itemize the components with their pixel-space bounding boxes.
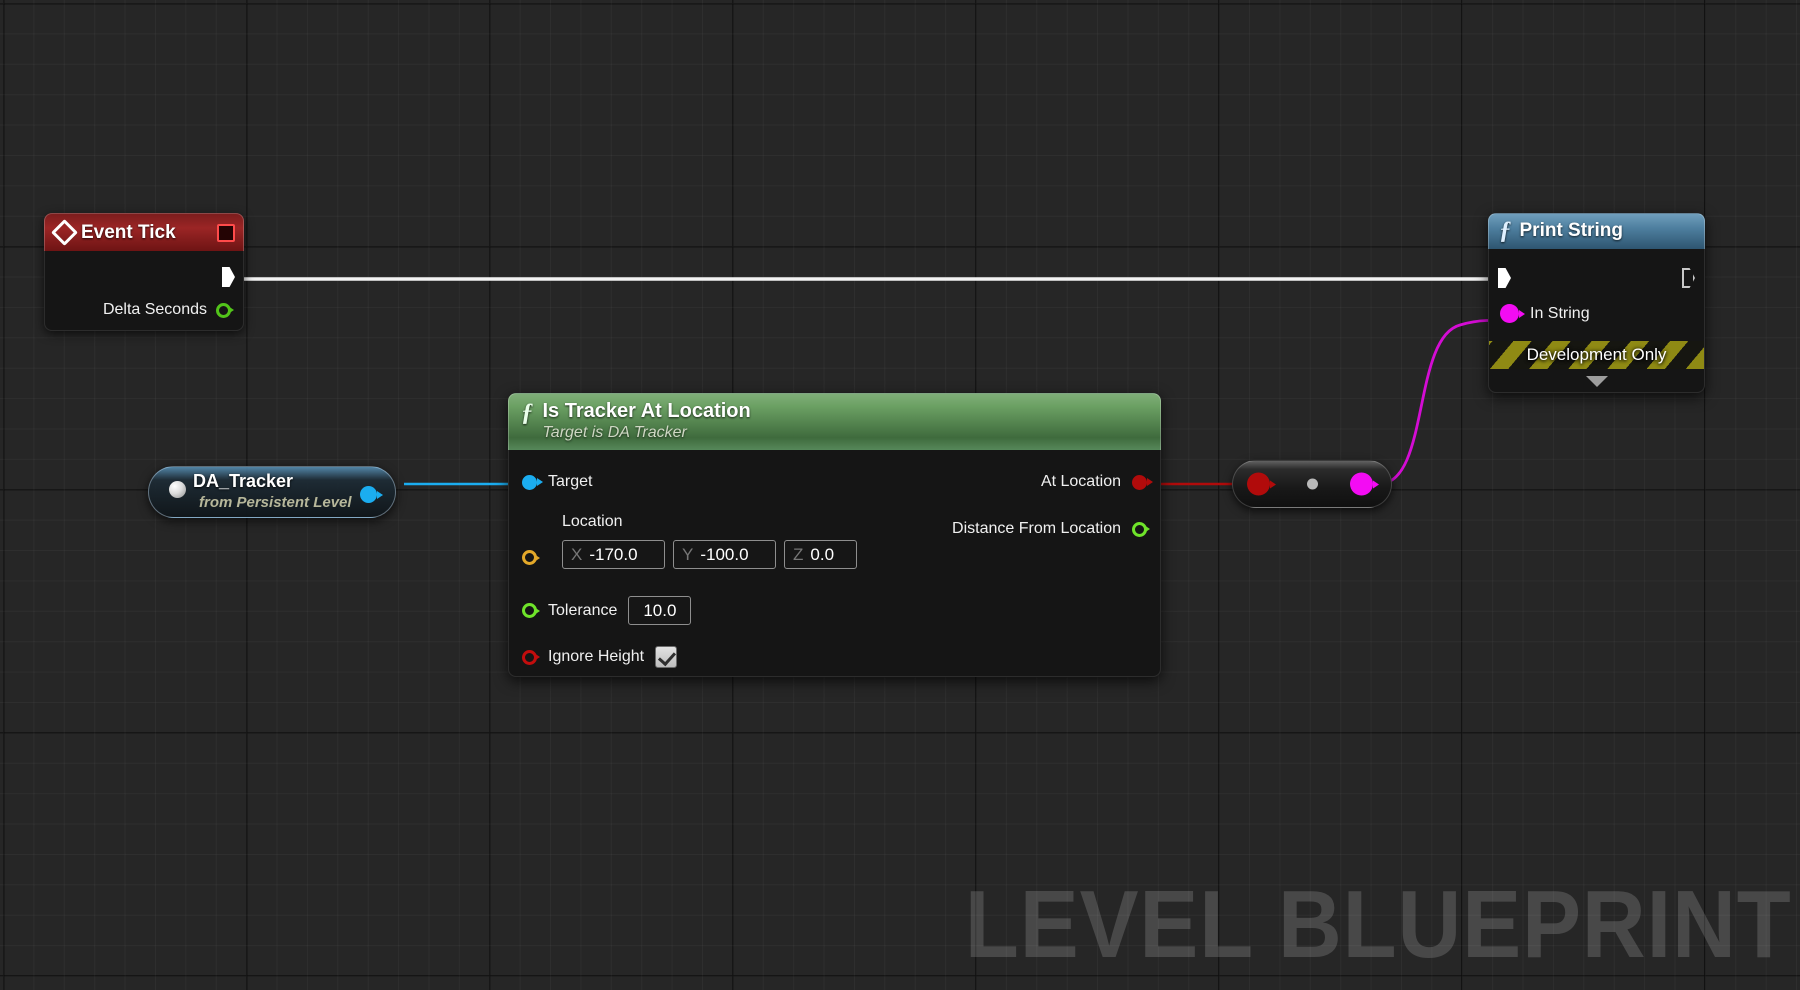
pin-label-distance-from-location: Distance From Location: [952, 520, 1121, 537]
node-da-tracker[interactable]: DA_Tracker from Persistent Level: [148, 466, 396, 518]
stop-square-icon[interactable]: [217, 223, 235, 242]
node-is-tracker-at-location[interactable]: ƒ Is Tracker At Location Target is DA Tr…: [508, 393, 1161, 677]
event-diamond-icon: [51, 219, 78, 246]
at-location-pin-icon[interactable]: [1132, 474, 1147, 490]
pin-target[interactable]: Target: [522, 473, 592, 491]
pin-label-tolerance: Tolerance: [548, 601, 618, 619]
delta-seconds-pin-icon[interactable]: [216, 302, 231, 318]
pin-label-target: Target: [548, 473, 593, 490]
print-string-exec-out-icon[interactable]: [1682, 268, 1695, 288]
location-x-field[interactable]: X -170.0: [562, 540, 665, 569]
is-tracker-header[interactable]: ƒ Is Tracker At Location Target is DA Tr…: [508, 393, 1161, 450]
location-x-value: -170.0: [589, 544, 638, 564]
distance-from-location-pin-icon[interactable]: [1132, 521, 1147, 537]
pin-label-location-row: Location: [562, 513, 623, 531]
function-f-icon: ƒ: [521, 399, 534, 426]
pin-tolerance[interactable]: Tolerance 10.0: [522, 596, 692, 625]
location-vector-fields[interactable]: X -170.0 Y -100.0 Z 0.0: [562, 540, 857, 569]
exec-out-icon[interactable]: [222, 267, 235, 287]
pin-label-at-location: At Location: [1040, 473, 1121, 490]
pin-label-location: Location: [562, 513, 623, 530]
pin-label-in-string: In String: [1530, 304, 1590, 322]
location-z-value: 0.0: [810, 544, 835, 564]
da-tracker-subtitle: from Persistent Level: [199, 494, 352, 511]
event-tick-header[interactable]: Event Tick: [44, 213, 244, 251]
tolerance-value: 10.0: [643, 600, 677, 620]
location-z-field[interactable]: Z 0.0: [784, 540, 857, 569]
event-tick-body: Delta Seconds: [44, 251, 244, 331]
pin-distance-from-location[interactable]: Distance From Location: [952, 520, 1147, 538]
event-tick-title: Event Tick: [81, 221, 176, 243]
object-sphere-icon: [169, 481, 186, 498]
target-pin-icon[interactable]: [522, 474, 537, 490]
pin-at-location[interactable]: At Location: [1041, 473, 1147, 491]
print-string-body: In String Development Only: [1488, 249, 1705, 393]
print-string-header[interactable]: ƒ Print String: [1488, 213, 1705, 249]
tolerance-pin-icon[interactable]: [522, 603, 537, 618]
node-knot-reroute[interactable]: [1232, 460, 1392, 508]
chevron-down-icon[interactable]: [1585, 376, 1608, 387]
function-f-icon: ƒ: [1499, 217, 1512, 244]
print-string-title: Print String: [1519, 219, 1623, 241]
location-z-axis-label: Z: [793, 544, 804, 564]
in-string-pin-icon[interactable]: [1500, 304, 1519, 323]
location-y-axis-label: Y: [682, 544, 694, 564]
pin-delta-seconds[interactable]: Delta Seconds: [103, 301, 231, 319]
location-pin-icon[interactable]: [522, 550, 537, 565]
location-x-axis-label: X: [571, 544, 583, 564]
pin-label-ignore-height: Ignore Height: [548, 648, 645, 665]
tolerance-field[interactable]: 10.0: [628, 596, 692, 625]
pin-exec-out-event-tick[interactable]: [222, 267, 235, 287]
location-y-value: -100.0: [700, 544, 749, 564]
level-blueprint-watermark: LEVEL BLUEPRINT: [965, 871, 1792, 978]
knot-output-pin-icon[interactable]: [1350, 472, 1373, 496]
knot-center-dot-icon: [1307, 478, 1318, 490]
ignore-height-pin-icon[interactable]: [522, 649, 537, 665]
is-tracker-subtitle: Target is DA Tracker: [542, 424, 687, 441]
pin-ignore-height[interactable]: Ignore Height: [522, 646, 678, 668]
is-tracker-title: Is Tracker At Location: [542, 400, 751, 422]
node-event-tick[interactable]: Event Tick Delta Seconds: [44, 213, 244, 331]
location-y-field[interactable]: Y -100.0: [673, 540, 776, 569]
is-tracker-body: Target At Location Location X -170.0 Y -…: [508, 450, 1161, 677]
da-tracker-output-pin-icon[interactable]: [360, 486, 377, 503]
development-only-label: Development Only: [1526, 345, 1667, 364]
blueprint-graph-canvas[interactable]: Event Tick Delta Seconds DA_Tracker from…: [0, 0, 1800, 990]
pin-label-delta-seconds: Delta Seconds: [102, 301, 207, 318]
development-only-banner: Development Only: [1489, 341, 1704, 369]
print-string-exec-in-icon[interactable]: [1498, 268, 1511, 288]
pin-in-string[interactable]: In String: [1500, 304, 1590, 323]
node-print-string[interactable]: ƒ Print String In String Development Onl…: [1488, 213, 1705, 393]
knot-input-pin-icon[interactable]: [1247, 472, 1270, 496]
da-tracker-title: DA_Tracker: [193, 471, 294, 491]
ignore-height-checkbox[interactable]: [655, 646, 678, 668]
